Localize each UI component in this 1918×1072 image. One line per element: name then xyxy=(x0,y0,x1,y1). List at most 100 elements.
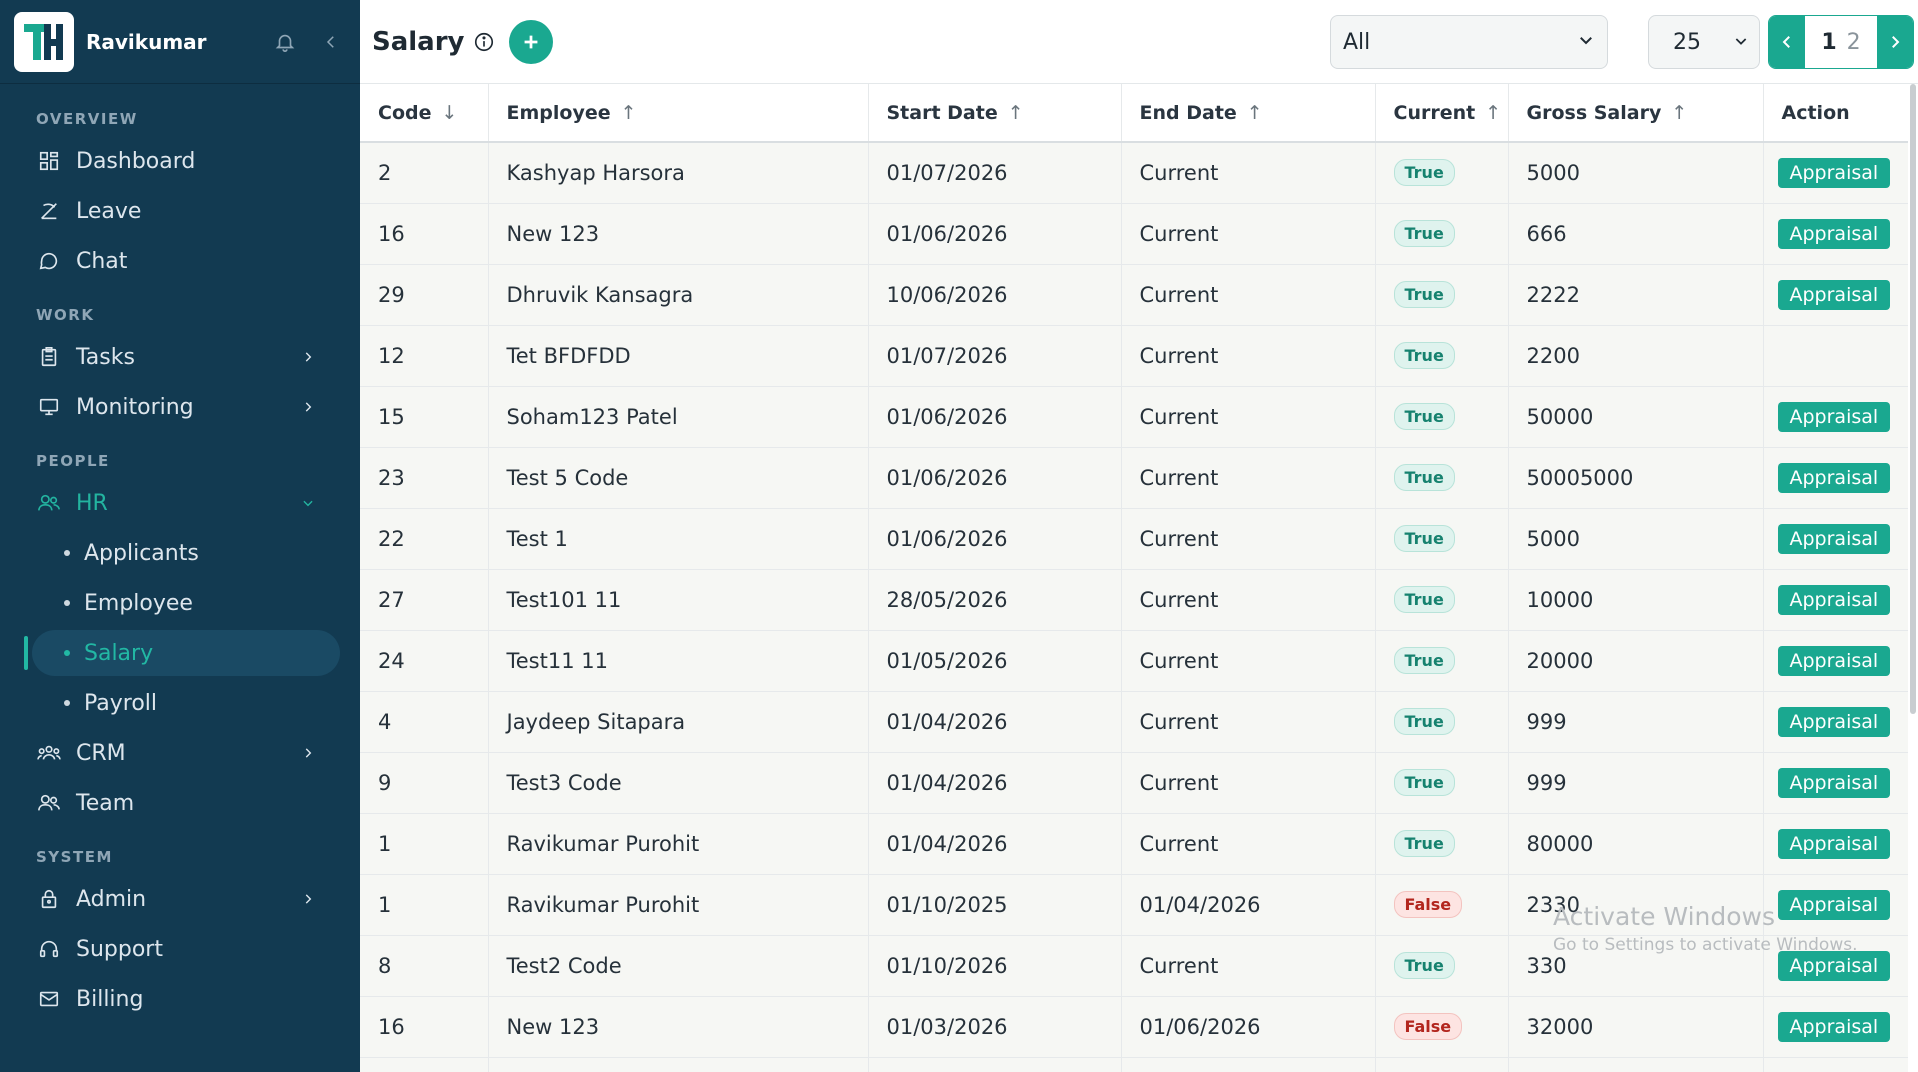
appraisal-button[interactable]: Appraisal xyxy=(1777,401,1891,432)
sidebar-item-label: HR xyxy=(76,490,108,516)
column-header-employee[interactable]: Employee ↑ xyxy=(488,84,869,143)
sidebar-item-hr[interactable]: HR xyxy=(0,478,360,528)
appraisal-button[interactable]: Appraisal xyxy=(1777,157,1891,188)
table-row[interactable]: 24 Test11 11 01/05/2026 Current True 20000 App… xyxy=(360,630,1908,692)
sidebar-item-leave[interactable]: Leave xyxy=(0,186,360,236)
table-row[interactable]: 22 Test 1 01/06/2026 Current True 5000 Apprais… xyxy=(360,508,1908,570)
current-page[interactable]: 1 xyxy=(1821,30,1836,55)
sidebar-item-dashboard[interactable]: Dashboard xyxy=(0,136,360,186)
sidebar-item-team[interactable]: Team xyxy=(0,778,360,828)
table-row[interactable]: 23 Test 5 Code 01/06/2026 Current True 500050… xyxy=(360,447,1908,509)
appraisal-button[interactable]: Appraisal xyxy=(1777,889,1891,920)
sidebar-item-billing[interactable]: Billing xyxy=(0,974,360,1024)
appraisal-button[interactable]: Appraisal xyxy=(1777,584,1891,615)
cell-current: True xyxy=(1375,508,1509,570)
appraisal-button[interactable]: Appraisal xyxy=(1777,767,1891,798)
cell-current: False xyxy=(1375,996,1509,1058)
cell-action: Appraisal xyxy=(1763,447,1908,509)
table-row[interactable]: 1 Ravikumar Purohit 01/10/2025 01/04/2026 Fa… xyxy=(360,874,1908,936)
table-row[interactable]: 9 Test3 Code 01/04/2026 Current True 999 Appra… xyxy=(360,752,1908,814)
dashboard-icon xyxy=(36,148,62,174)
column-header-label: End Date xyxy=(1139,101,1237,124)
sort-asc-icon: ↑ xyxy=(1485,101,1502,124)
column-header-gross-salary[interactable]: Gross Salary ↑ xyxy=(1508,84,1764,143)
cell-action: Appraisal xyxy=(1763,142,1908,204)
table-row[interactable]: 8 Test2 Code 01/10/2026 Current True 330 Appra… xyxy=(360,935,1908,997)
chat-icon xyxy=(36,248,62,274)
chevron-down-icon xyxy=(1577,30,1595,55)
sidebar-item-tasks[interactable]: Tasks xyxy=(0,332,360,382)
appraisal-button[interactable]: Appraisal xyxy=(1777,279,1891,310)
cell-gross-salary: 2200 xyxy=(1508,325,1764,387)
pagination: 1 2 xyxy=(1768,15,1914,69)
add-salary-button[interactable] xyxy=(508,19,553,64)
sidebar-subitem-payroll[interactable]: Payroll xyxy=(0,678,360,728)
cell-start-date: 01/04/2026 xyxy=(868,752,1122,814)
column-header-end-date[interactable]: End Date ↑ xyxy=(1121,84,1376,143)
cell-employee: Test101 11 xyxy=(488,569,869,631)
next-page-button[interactable] xyxy=(1877,16,1913,68)
table-row[interactable]: 27 Test101 11 28/05/2026 Current True 10000 Ap… xyxy=(360,569,1908,631)
table-row[interactable]: 12 Tet BFDFDD 01/07/2026 Current True 2200 xyxy=(360,325,1908,387)
prev-page-button[interactable] xyxy=(1769,16,1805,68)
cell-gross-salary: 666 xyxy=(1508,203,1764,265)
status-badge: False xyxy=(1393,891,1463,918)
column-header-current[interactable]: Current ↑ xyxy=(1375,84,1509,143)
appraisal-button[interactable]: Appraisal xyxy=(1777,828,1891,859)
bell-icon[interactable] xyxy=(270,27,300,57)
cell-current: True xyxy=(1375,447,1509,509)
appraisal-button[interactable]: Appraisal xyxy=(1777,1011,1891,1042)
table-row[interactable]: 16 New 123 01/03/2026 01/06/2026 False 32000 A… xyxy=(360,996,1908,1058)
sidebar-item-chat[interactable]: Chat xyxy=(0,236,360,286)
chevron-right-icon xyxy=(298,889,318,909)
status-badge: True xyxy=(1393,281,1455,308)
cell-start-date: 28/05/2026 xyxy=(868,569,1122,631)
cell-code: 1 xyxy=(360,813,489,875)
cell-employee: Test 5 Code xyxy=(488,447,869,509)
sidebar-subitem-employee[interactable]: Employee xyxy=(0,578,360,628)
page-size-select[interactable]: 25 xyxy=(1648,15,1760,69)
cell-code: 2 xyxy=(360,142,489,204)
column-header-code[interactable]: Code ↓ xyxy=(360,84,489,143)
table-row[interactable]: 4 Jaydeep Sitapara 01/04/2026 Current True 99… xyxy=(360,691,1908,753)
appraisal-button[interactable]: Appraisal xyxy=(1777,645,1891,676)
collapse-sidebar-icon[interactable] xyxy=(316,27,346,57)
app-logo[interactable] xyxy=(14,11,74,72)
sidebar-item-crm[interactable]: CRM xyxy=(0,728,360,778)
sidebar-item-admin[interactable]: Admin xyxy=(0,874,360,924)
cell-employee: Dhruvik Kansagra xyxy=(488,264,869,326)
appraisal-button[interactable]: Appraisal xyxy=(1777,950,1891,981)
page-2-link[interactable]: 2 xyxy=(1847,30,1861,55)
cell-employee: Tet BFDFDD xyxy=(488,325,869,387)
cell-end-date: Current xyxy=(1121,935,1376,997)
sidebar-item-monitoring[interactable]: Monitoring xyxy=(0,382,360,432)
cell-code: 16 xyxy=(360,203,489,265)
sidebar-subitem-salary[interactable]: Salary xyxy=(0,628,360,678)
sidebar-item-support[interactable]: Support xyxy=(0,924,360,974)
info-icon[interactable] xyxy=(471,29,497,55)
column-header-start-date[interactable]: Start Date ↑ xyxy=(868,84,1122,143)
leave-icon xyxy=(36,198,62,224)
appraisal-button[interactable]: Appraisal xyxy=(1777,706,1891,737)
sidebar-subitem-applicants[interactable]: Applicants xyxy=(0,528,360,578)
table-row[interactable]: 1 Ravikumar Purohit 01/04/2026 Current True 8… xyxy=(360,813,1908,875)
vertical-scrollbar[interactable] xyxy=(1910,84,1916,714)
status-badge: True xyxy=(1393,342,1455,369)
headset-icon xyxy=(36,936,62,962)
status-badge: True xyxy=(1393,586,1455,613)
table-row[interactable]: 29 Dhruvik Kansagra 10/06/2026 Current True 2… xyxy=(360,264,1908,326)
appraisal-button[interactable]: Appraisal xyxy=(1777,218,1891,249)
chevron-right-icon xyxy=(298,347,318,367)
cell-employee: Kashyap Harsora xyxy=(488,142,869,204)
appraisal-button[interactable]: Appraisal xyxy=(1777,523,1891,554)
table-row[interactable]: 16 New 123 01/06/2026 Current True 666 Apprais… xyxy=(360,203,1908,265)
cell-start-date: 01/07/2026 xyxy=(868,325,1122,387)
status-badge: True xyxy=(1393,830,1455,857)
sort-asc-icon: ↑ xyxy=(1246,101,1263,124)
table-row[interactable]: 2 Kashyap Harsora 01/07/2026 Current True 500… xyxy=(360,142,1908,204)
chevron-down-icon xyxy=(1733,30,1749,55)
table-row[interactable]: 15 Soham123 Patel 01/06/2026 Current True 500… xyxy=(360,386,1908,448)
table-row[interactable] xyxy=(360,1057,1908,1072)
status-filter-select[interactable]: All xyxy=(1330,15,1608,69)
appraisal-button[interactable]: Appraisal xyxy=(1777,462,1891,493)
